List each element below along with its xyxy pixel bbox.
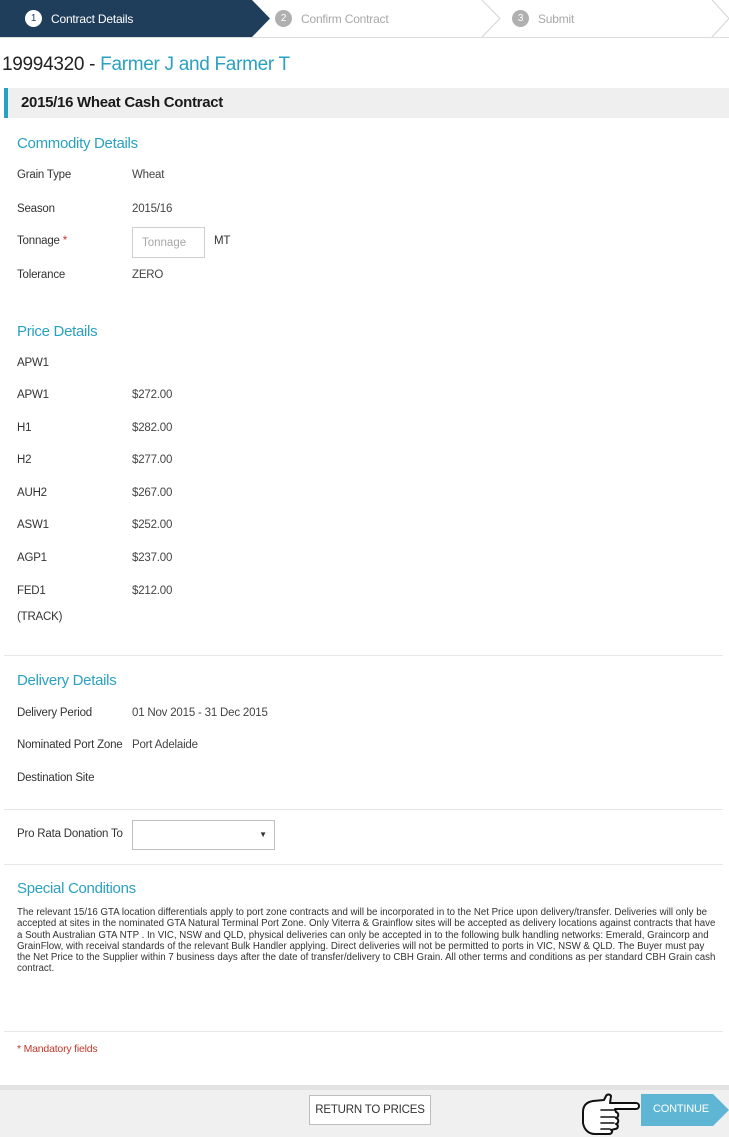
season-label: Season xyxy=(17,203,55,215)
tonnage-label: Tonnage * xyxy=(17,235,67,247)
port-zone-label: Nominated Port Zone xyxy=(17,739,123,751)
contract-title: 2015/16 Wheat Cash Contract xyxy=(21,94,223,111)
section-divider xyxy=(4,809,723,810)
step-label: Contract Details xyxy=(51,11,134,26)
step-label: Confirm Contract xyxy=(301,11,389,26)
grain-type-label: Grain Type xyxy=(17,169,72,181)
tolerance-value: ZERO xyxy=(132,269,164,281)
price-grade-fed1: FED1 xyxy=(17,585,46,597)
step-label: Submit xyxy=(538,11,575,26)
price-grade-h1: H1 xyxy=(17,422,32,434)
price-value-auh2: $267.00 xyxy=(132,487,173,499)
step-contract-details: 1 Contract Details xyxy=(25,0,133,37)
heading-separator: - xyxy=(84,54,101,75)
price-value-asw1: $252.00 xyxy=(132,519,173,531)
price-value-h1: $282.00 xyxy=(132,422,173,434)
contract-title-bar: 2015/16 Wheat Cash Contract xyxy=(4,88,729,118)
special-conditions-title: Special Conditions xyxy=(17,880,136,897)
delivery-period-label: Delivery Period xyxy=(17,707,92,719)
price-value-apw1: $272.00 xyxy=(132,389,173,401)
price-grade-asw1: ASW1 xyxy=(17,519,49,531)
step-number: 3 xyxy=(512,10,529,27)
step-submit: 3 Submit xyxy=(512,0,574,37)
return-to-prices-button[interactable]: RETURN TO PRICES xyxy=(309,1095,431,1125)
price-group-label: APW1 xyxy=(17,357,49,369)
step-number: 1 xyxy=(25,10,42,27)
destination-site-label: Destination Site xyxy=(17,772,95,784)
delivery-period-value: 01 Nov 2015 - 31 Dec 2015 xyxy=(132,707,268,719)
contract-number: 19994320 xyxy=(2,54,85,75)
tonnage-unit: MT xyxy=(214,235,231,247)
price-grade-agp1: AGP1 xyxy=(17,552,47,564)
footer-top-line xyxy=(0,1085,729,1090)
price-grade-auh2: AUH2 xyxy=(17,487,47,499)
grain-type-value: Wheat xyxy=(132,169,165,181)
price-section-title: Price Details xyxy=(17,323,98,340)
price-value-h2: $277.00 xyxy=(132,454,173,466)
progress-stepper: 1 Contract Details 2 Confirm Contract 3 … xyxy=(0,0,729,38)
port-zone-value: Port Adelaide xyxy=(132,739,198,751)
commodity-section-title: Commodity Details xyxy=(17,135,138,152)
continue-button[interactable]: CONTINUE xyxy=(641,1094,729,1126)
pointing-hand-icon xyxy=(582,1093,640,1135)
tonnage-input[interactable] xyxy=(132,227,205,258)
required-marker: * xyxy=(62,235,68,247)
season-value: 2015/16 xyxy=(132,203,173,215)
special-conditions-text: The relevant 15/16 GTA location differen… xyxy=(17,907,716,975)
farmer-name: Farmer J and Farmer T xyxy=(100,54,290,75)
donation-select[interactable]: ▼ xyxy=(132,820,275,850)
section-divider xyxy=(4,864,723,865)
price-value-fed1: $212.00 xyxy=(132,585,173,597)
price-grade-apw1: APW1 xyxy=(17,389,49,401)
price-grade-h2: H2 xyxy=(17,454,32,466)
caret-down-icon: ▼ xyxy=(259,830,267,839)
continue-label: CONTINUE xyxy=(653,1103,709,1115)
contract-heading: 19994320 - Farmer J and Farmer T xyxy=(2,54,290,76)
section-divider xyxy=(4,1031,723,1032)
title-accent xyxy=(4,88,8,118)
mandatory-note: * Mandatory fields xyxy=(17,1043,98,1055)
section-divider xyxy=(4,655,723,656)
tolerance-label: Tolerance xyxy=(17,269,66,281)
step-number: 2 xyxy=(275,10,292,27)
price-value-agp1: $237.00 xyxy=(132,552,173,564)
track-note: (TRACK) xyxy=(17,611,63,623)
tonnage-label-text: Tonnage xyxy=(17,235,60,247)
step-confirm-contract: 2 Confirm Contract xyxy=(275,0,389,37)
donation-label: Pro Rata Donation To xyxy=(17,828,123,840)
delivery-section-title: Delivery Details xyxy=(17,672,117,689)
